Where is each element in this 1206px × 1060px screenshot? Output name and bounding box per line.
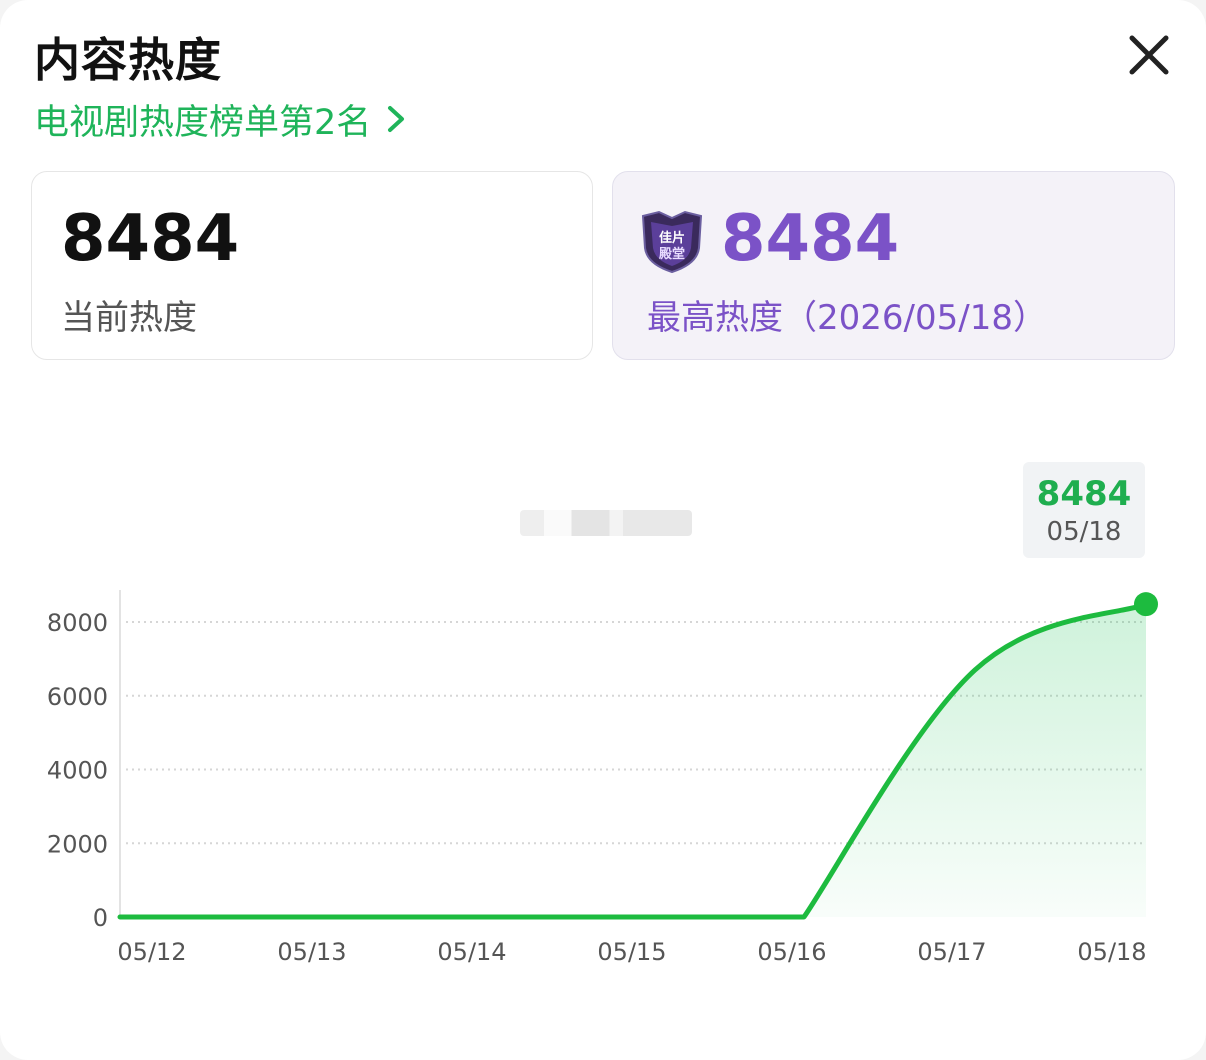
peak-heat-label-text: 最高热度 [647,298,783,338]
blurred-legend [520,510,692,536]
badge-line-1: 佳片 [659,230,685,246]
badge-line-2: 殿堂 [658,246,685,262]
chart-tooltip: 8484 05/18 [1023,462,1145,558]
peak-heat-label: 最高热度（2026/05/18） [647,290,1047,339]
peak-heat-value: 8484 [721,202,900,276]
hall-of-fame-badge-icon: 佳片 殿堂 [641,210,703,274]
peak-heat-card: 佳片 殿堂 8484 最高热度（2026/05/18） [612,171,1175,360]
current-heat-card: 8484 当前热度 [31,171,593,360]
current-heat-value: 8484 [61,202,240,276]
rank-link-label: 电视剧热度榜单第2名 [34,102,372,143]
tooltip-value: 8484 [1036,474,1132,514]
heat-panel: 内容热度 电视剧热度榜单第2名 8484 当前热度 佳片 殿堂 8484 最高热… [0,0,1206,1060]
current-heat-label: 当前热度 [61,298,197,338]
chevron-right-icon [388,106,405,132]
tooltip-date: 05/18 [1046,517,1122,547]
peak-heat-date: （2026/05/18） [783,298,1047,338]
panel-title: 内容热度 [34,33,222,87]
close-icon[interactable] [1124,30,1174,80]
rank-link[interactable]: 电视剧热度榜单第2名 [34,96,407,143]
